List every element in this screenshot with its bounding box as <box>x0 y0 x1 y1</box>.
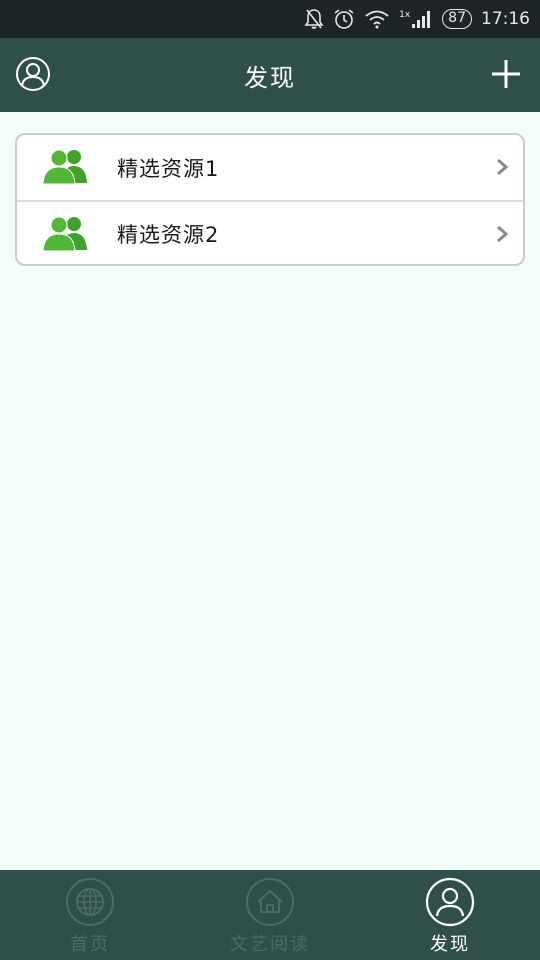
user-profile-icon[interactable] <box>15 56 51 92</box>
alarm-icon <box>333 8 355 30</box>
list-item-label: 精选资源2 <box>117 222 220 247</box>
chevron-right-icon <box>495 157 509 177</box>
wifi-icon <box>364 9 390 29</box>
tab-home-page[interactable]: 首页 <box>0 870 180 960</box>
status-time: 17:16 <box>481 9 530 29</box>
tab-label: 文艺阅读 <box>230 934 310 955</box>
tab-label: 发现 <box>430 934 470 955</box>
header: 发现 <box>0 38 540 112</box>
bottom-tab-bar: 首页 文艺阅读 发现 <box>0 870 540 960</box>
tab-discover[interactable]: 发现 <box>360 870 540 960</box>
home-icon <box>245 877 295 927</box>
tab-reading[interactable]: 文艺阅读 <box>180 870 360 960</box>
list-item[interactable]: 精选资源1 <box>17 135 523 200</box>
globe-icon <box>65 877 115 927</box>
list-item-label: 精选资源1 <box>117 156 220 181</box>
users-group-icon <box>41 147 91 185</box>
add-icon[interactable] <box>490 58 522 90</box>
battery-icon: 87 <box>442 9 472 29</box>
list-item[interactable]: 精选资源2 <box>17 200 523 264</box>
signal-label: 1x <box>399 10 411 20</box>
resource-list: 精选资源1 精选资源2 <box>15 133 525 266</box>
page-title: 发现 <box>244 63 296 92</box>
tab-label: 首页 <box>70 934 110 955</box>
main-content: 精选资源1 精选资源2 <box>0 112 540 870</box>
user-profile-icon <box>425 877 475 927</box>
status-bar: 1x 87 17:16 <box>0 0 540 38</box>
notifications-off-icon <box>304 8 324 30</box>
chevron-right-icon <box>495 224 509 244</box>
users-group-icon <box>41 214 91 252</box>
signal-icon: 1x <box>399 9 433 29</box>
